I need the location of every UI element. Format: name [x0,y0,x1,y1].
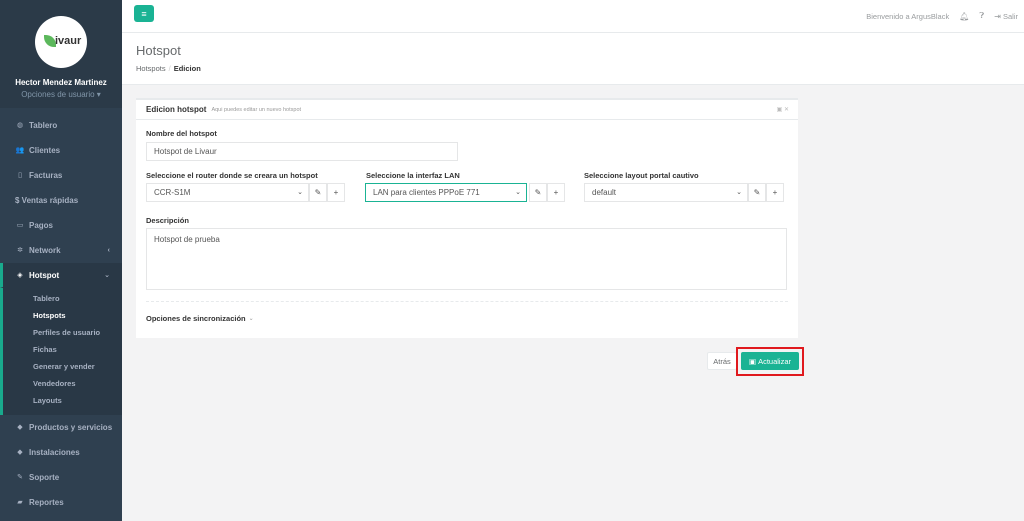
user-options-dropdown[interactable]: Opciones de usuario ▾ [0,90,122,99]
hotspot-name-label: Nombre del hotspot [146,129,217,138]
update-button[interactable]: ▣ Actualizar [741,352,799,370]
hotspot-name-input[interactable]: Hotspot de Livaur [146,142,458,161]
report-icon: ▰ [17,499,23,506]
sidebar-item-facturas[interactable]: ▯ Facturas [0,163,122,188]
breadcrumb: Hotspots / Edicion [136,64,201,73]
help-icon[interactable]: ❓︎ [979,11,984,21]
divider [146,301,788,302]
submenu-item-fichas[interactable]: Fichas [3,341,122,358]
chevron-down-icon: ⌄ [297,189,303,196]
interface-add-button[interactable]: + [547,183,565,202]
logo-text: ivaur [55,35,82,47]
breadcrumb-edicion: Edicion [173,64,201,73]
layout-label: Seleccione layout portal cautivo [584,171,699,180]
page-heading: Hotspot Hotspots / Edicion [122,33,1024,85]
tag-icon: ◆ [17,424,23,431]
card-subtitle: Aqui puedes editar un nuevo hotspot [211,106,302,113]
sidebar-item-hotspot[interactable]: ◈ Hotspot ⌄ [0,263,122,288]
sidebar-item-productos[interactable]: ◆ Productos y servicios [0,415,122,440]
submenu-item-generar[interactable]: Generar y vender [3,358,122,375]
file-icon: ▯ [18,172,22,179]
card-title: Edicion hotspot [146,105,207,114]
submenu-item-vendedores[interactable]: Vendedores [3,375,122,392]
interface-select[interactable]: LAN para clientes PPPoE 771 ⌄ [365,183,527,202]
layout-edit-button[interactable]: ✎ [748,183,766,202]
menu-toggle-button[interactable]: ≡ [134,5,154,22]
chevron-down-icon: ⌄ [104,272,110,279]
close-icon[interactable]: ✕ [784,107,789,113]
card-body: Nombre del hotspot Hotspot de Livaur Sel… [136,120,798,338]
card-tools: ▣ ✕ [777,106,789,113]
dashboard-icon: ◍ [16,122,24,129]
sidebar-item-tablero[interactable]: ◍ Tablero [0,113,122,138]
company-logo: ivaur [35,16,87,68]
sidebar-item-instalaciones[interactable]: ◆ Instalaciones [0,440,122,465]
submenu-item-hotspots[interactable]: Hotspots [3,307,122,324]
sidebar-item-ventas[interactable]: $ Ventas rápidas [0,188,122,213]
interface-edit-button[interactable]: ✎ [529,183,547,202]
chevron-left-icon: ‹ [107,246,110,254]
sidebar-item-network[interactable]: ✲ Network ‹ [0,238,122,263]
logout-link[interactable]: ⇥ Salir [994,12,1018,21]
welcome-text: Bienvenido a ArgusBlack [866,11,950,21]
back-button[interactable]: Atrás [707,352,737,370]
submenu-item-perfiles[interactable]: Perfiles de usuario [3,324,122,341]
bell-icon[interactable]: 🔔︎ [959,12,969,21]
edit-icon: ✎ [314,188,322,197]
interface-label: Seleccione la interfaz LAN [366,171,460,180]
router-add-button[interactable]: + [327,183,345,202]
top-navbar: ≡ Bienvenido a ArgusBlack 🔔︎ ❓︎ ⇥ Salir [122,0,1024,33]
hotspot-submenu: Tablero Hotspots Perfiles de usuario Fic… [0,288,122,415]
submenu-item-layouts[interactable]: Layouts [3,392,122,409]
router-edit-button[interactable]: ✎ [309,183,327,202]
router-label: Seleccione el router donde se creara un … [146,171,318,180]
submenu-item-tablero[interactable]: Tablero [3,290,122,307]
wrench-icon: ✎ [17,474,23,481]
edit-hotspot-card: Edicion hotspot Aqui puedes editar un nu… [136,98,798,338]
page-title: Hotspot [136,43,181,58]
plus-icon: + [553,188,559,197]
users-icon: 👥 [15,147,25,154]
sign-out-icon: ⇥ [994,11,1001,21]
edit-icon: ✎ [753,188,761,197]
layout-add-button[interactable]: + [766,183,784,202]
sidebar-item-reportes[interactable]: ▰ Reportes [0,490,122,515]
user-name: Hector Mendez Martinez [15,78,107,87]
description-label: Descripción [146,216,189,225]
hamburger-icon: ≡ [141,8,147,19]
save-icon: ▣ [748,356,757,366]
plus-icon: + [333,188,339,197]
sidebar: ivaur Hector Mendez Martinez Opciones de… [0,0,122,521]
description-textarea[interactable]: Hotspot de prueba [146,228,787,290]
chevron-down-icon: ⌄ [248,316,254,322]
save-icon[interactable]: ▣ [777,107,783,113]
sync-options-toggle[interactable]: Opciones de sincronización ⌄ [146,314,254,323]
sidebar-item-pagos[interactable]: ▭ Pagos [0,213,122,238]
network-icon: ✲ [17,247,23,254]
breadcrumb-hotspots[interactable]: Hotspots [136,64,166,73]
money-icon: ▭ [16,222,24,229]
profile-section: ivaur Hector Mendez Martinez Opciones de… [0,0,122,108]
layout-select[interactable]: default ⌄ [584,183,748,202]
plus-icon: + [772,188,778,197]
sidebar-item-clientes[interactable]: 👥 Clientes [0,138,122,163]
sidebar-item-soporte[interactable]: ✎ Soporte [0,465,122,490]
chevron-down-icon: ⌄ [515,189,521,196]
chevron-down-icon: ⌄ [736,189,742,196]
router-select[interactable]: CCR-S1M ⌄ [146,183,309,202]
wifi-icon: ◈ [17,272,23,279]
plug-icon: ◆ [17,449,23,456]
card-header: Edicion hotspot Aqui puedes editar un nu… [136,98,798,120]
edit-icon: ✎ [534,188,542,197]
top-right-area: Bienvenido a ArgusBlack 🔔︎ ❓︎ ⇥ Salir [866,11,1018,21]
